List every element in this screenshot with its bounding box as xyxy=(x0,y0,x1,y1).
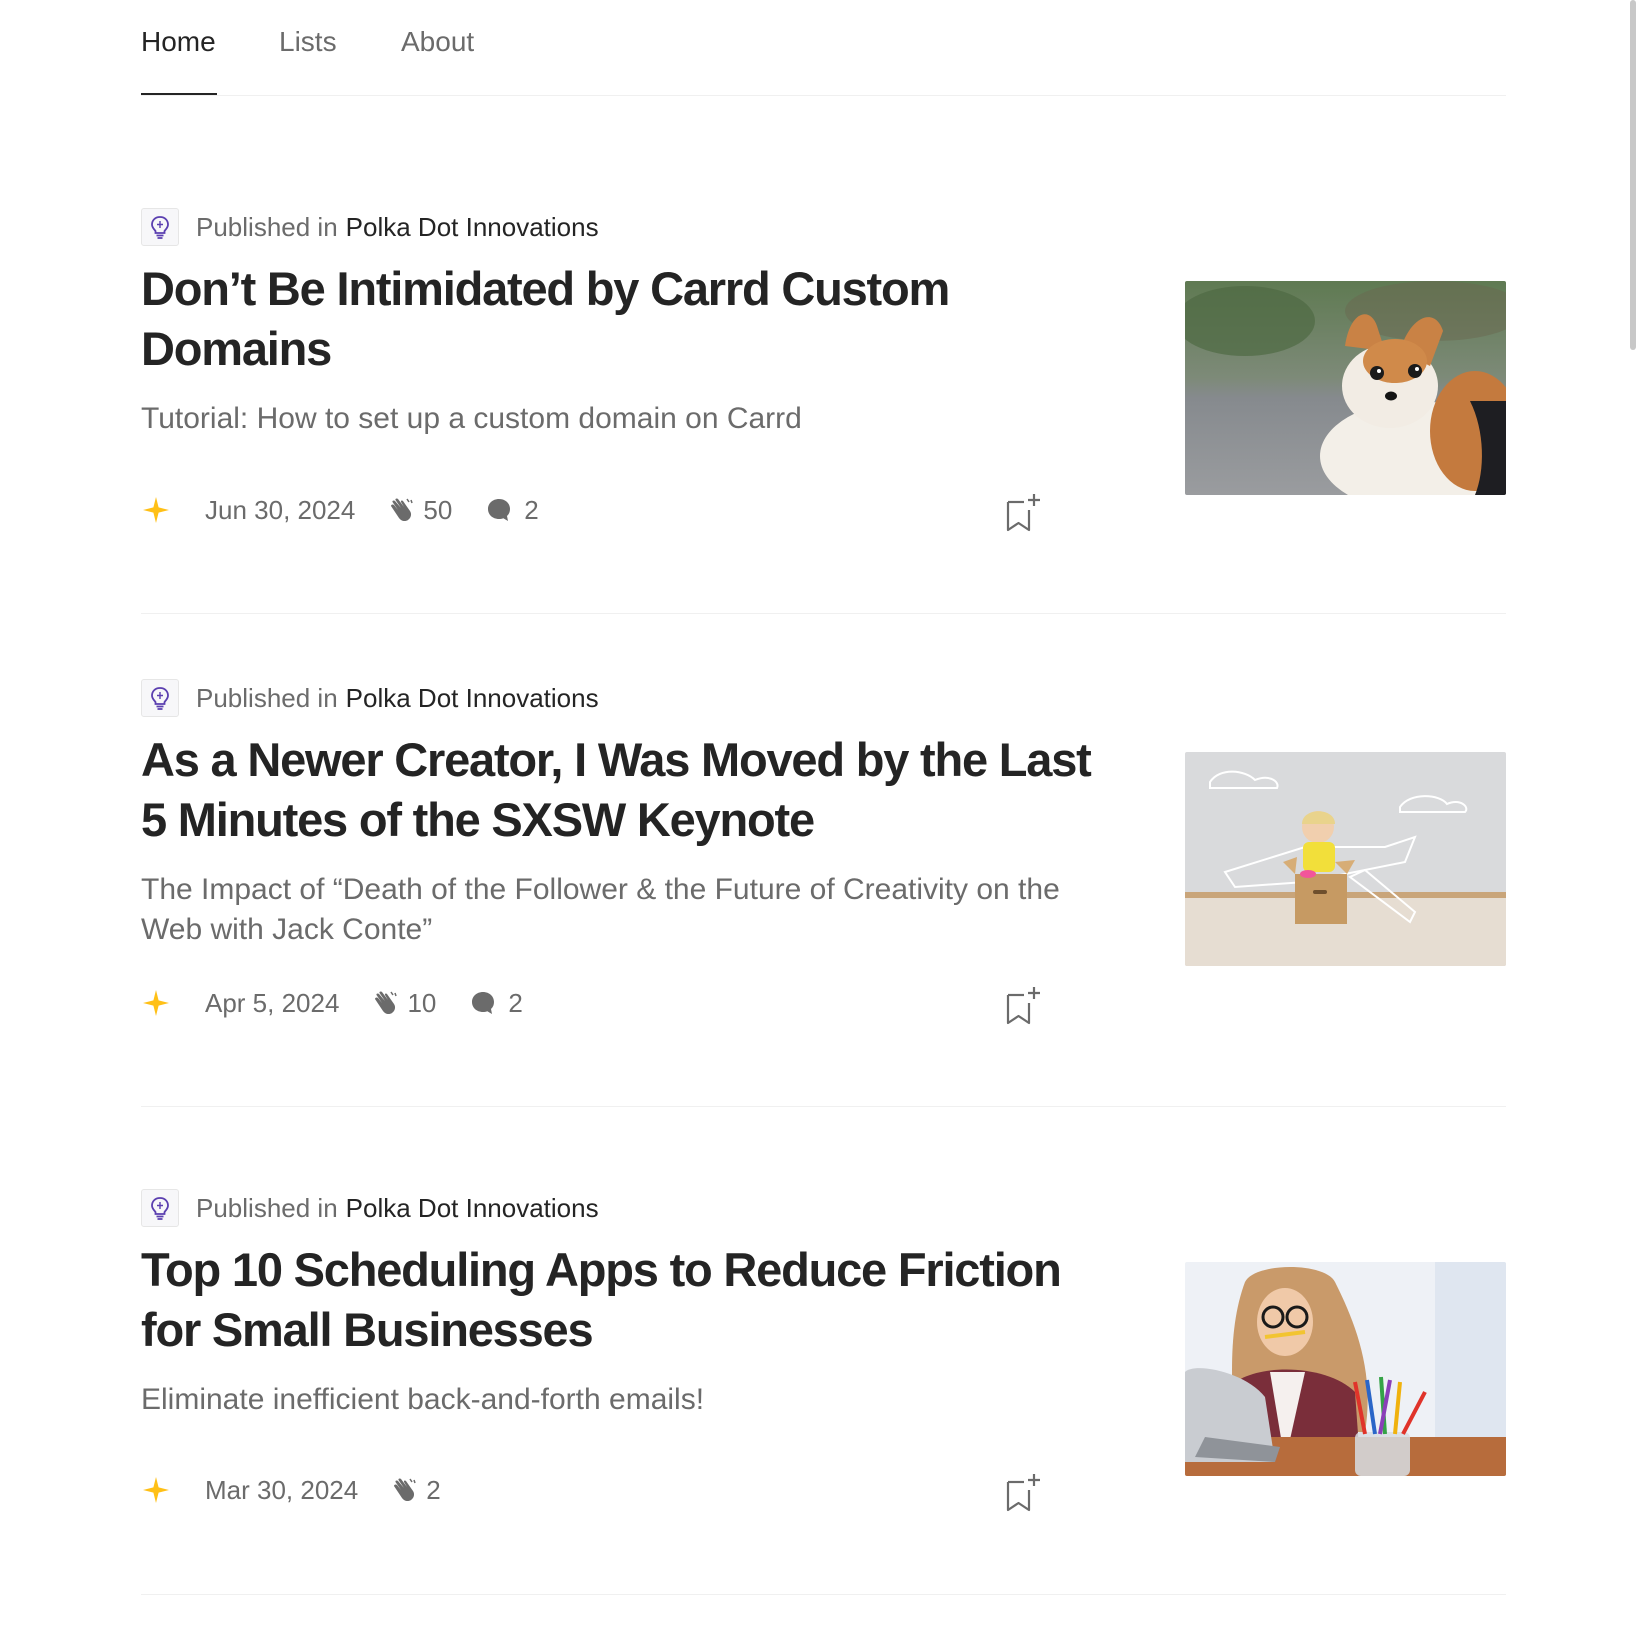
publication-name[interactable]: Polka Dot Innovations xyxy=(346,1193,599,1224)
article-divider xyxy=(141,1106,1506,1107)
comment-icon xyxy=(472,992,495,1014)
tab-lists[interactable]: Lists xyxy=(279,24,337,60)
publication-name[interactable]: Polka Dot Innovations xyxy=(346,212,599,243)
article-title[interactable]: As a Newer Creator, I Was Moved by the L… xyxy=(141,730,1101,850)
dog-photo xyxy=(1185,281,1506,495)
publication-name[interactable]: Polka Dot Innovations xyxy=(346,683,599,714)
publication-logo[interactable] xyxy=(141,1189,179,1227)
woman-with-laptop-photo xyxy=(1185,1262,1506,1476)
member-only-star-icon xyxy=(143,1477,169,1503)
bookmark-add-icon[interactable] xyxy=(1004,492,1044,532)
publication-row: Published in Polka Dot Innovations xyxy=(141,1188,599,1228)
claps-count: 50 xyxy=(385,495,452,526)
active-tab-indicator xyxy=(141,93,217,95)
article-subtitle[interactable]: The Impact of “Death of the Follower & t… xyxy=(141,870,1101,950)
responses-value: 2 xyxy=(508,987,523,1018)
published-in-label: Published in xyxy=(196,1192,338,1223)
article-title[interactable]: Top 10 Scheduling Apps to Reduce Frictio… xyxy=(141,1240,1101,1360)
claps-value: 2 xyxy=(426,1474,441,1505)
article-thumbnail-dog[interactable] xyxy=(1185,281,1506,495)
article-divider xyxy=(141,613,1506,614)
bookmark-add-icon[interactable] xyxy=(1004,985,1044,1025)
publication-row: Published in Polka Dot Innovations xyxy=(141,207,599,247)
claps-count: 2 xyxy=(388,1474,441,1506)
publication-logo[interactable] xyxy=(141,208,179,246)
child-in-box-photo xyxy=(1185,752,1506,966)
published-in-label: Published in xyxy=(196,211,338,242)
bookmark-add-icon[interactable] xyxy=(1004,1472,1044,1512)
published-in-label: Published in xyxy=(196,682,338,713)
publish-date: Jun 30, 2024 xyxy=(205,494,356,525)
tab-about[interactable]: About xyxy=(401,24,474,60)
comment-icon xyxy=(488,499,511,521)
profile-content: Home Lists About Published in Polka Dot … xyxy=(141,0,1506,1595)
member-only-star-icon xyxy=(143,497,169,523)
tab-home[interactable]: Home xyxy=(141,24,216,60)
responses-value: 2 xyxy=(524,494,539,525)
lightbulb-icon xyxy=(151,216,169,239)
claps-value: 50 xyxy=(423,494,453,525)
clap-icon xyxy=(391,498,414,522)
lightbulb-icon xyxy=(151,1197,169,1220)
publish-date: Apr 5, 2024 xyxy=(205,987,340,1018)
article-meta: Apr 5, 2024 10 2 xyxy=(141,983,523,1023)
publication-row: Published in Polka Dot Innovations xyxy=(141,678,599,718)
clap-icon xyxy=(375,991,398,1015)
article-thumbnail-woman[interactable] xyxy=(1185,1262,1506,1476)
page-scrollbar[interactable] xyxy=(1630,0,1636,350)
publication-logo[interactable] xyxy=(141,679,179,717)
article-meta: Mar 30, 2024 2 xyxy=(141,1470,441,1510)
profile-tabs: Home Lists About xyxy=(141,0,1506,96)
article-title[interactable]: Don’t Be Intimidated by Carrd Custom Dom… xyxy=(141,259,1101,379)
member-only-star-icon xyxy=(143,990,169,1016)
publish-date: Mar 30, 2024 xyxy=(205,1474,359,1505)
article-thumbnail-child[interactable] xyxy=(1185,752,1506,966)
article-subtitle[interactable]: Tutorial: How to set up a custom domain … xyxy=(141,399,1101,439)
article-divider xyxy=(141,1594,1506,1595)
responses-count[interactable]: 2 xyxy=(486,494,539,526)
claps-value: 10 xyxy=(407,987,437,1018)
lightbulb-icon xyxy=(151,687,169,710)
responses-count[interactable]: 2 xyxy=(470,987,523,1019)
article-meta: Jun 30, 2024 50 2 xyxy=(141,490,539,530)
article-subtitle[interactable]: Eliminate inefficient back-and-forth ema… xyxy=(141,1380,1101,1420)
clap-icon xyxy=(394,1478,416,1502)
claps-count: 10 xyxy=(369,988,436,1019)
